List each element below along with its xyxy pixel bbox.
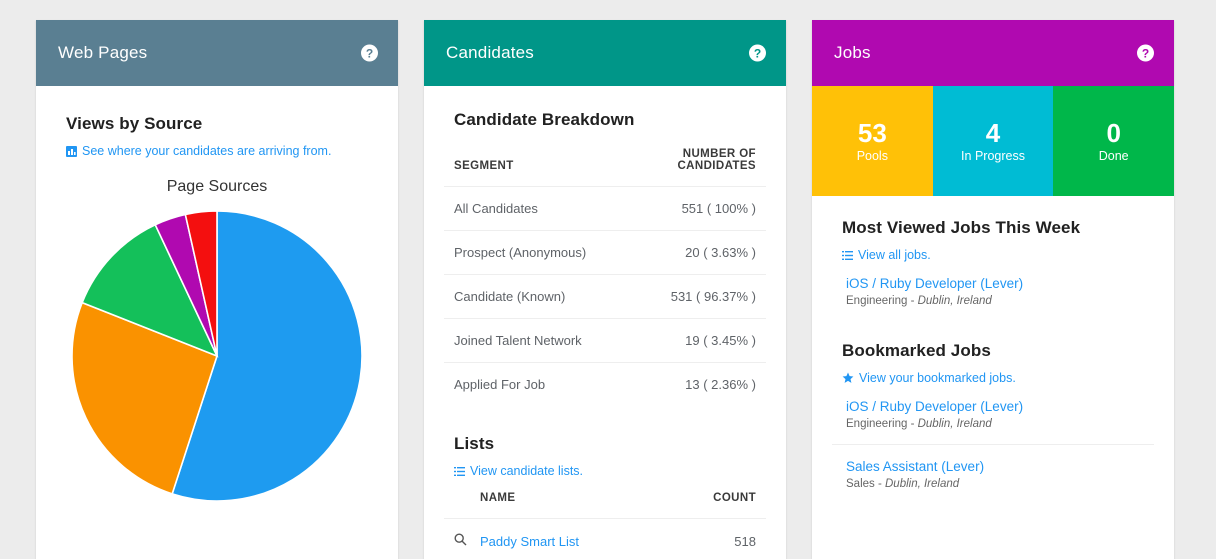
stat-tile-in-progress[interactable]: 4 In Progress — [932, 86, 1054, 196]
cell-segment: All Candidates — [444, 186, 636, 231]
view-all-jobs-label: View all jobs. — [858, 248, 931, 262]
table-row: All Candidates 551 ( 100% ) — [444, 186, 766, 231]
jobs-stat-tiles: 53 Pools 4 In Progress 0 Done — [812, 86, 1174, 196]
view-bookmarked-jobs-link[interactable]: View your bookmarked jobs. — [842, 371, 1154, 385]
cell-segment: Prospect (Anonymous) — [444, 230, 636, 275]
job-title-link[interactable]: Sales Assistant (Lever) — [846, 459, 1154, 474]
list-icon — [842, 250, 853, 261]
list-name-link[interactable]: Paddy Smart List — [470, 518, 636, 559]
job-location: Dublin, Ireland — [917, 418, 992, 430]
pie-svg — [71, 210, 363, 502]
view-all-jobs-link[interactable]: View all jobs. — [842, 248, 1154, 262]
column-header-segment: SEGMENT — [454, 160, 514, 172]
see-where-candidates-arriving-label: See where your candidates are arriving f… — [82, 144, 332, 158]
candidates-title: Candidates — [446, 43, 535, 62]
stat-tile-pools[interactable]: 53 Pools — [812, 86, 933, 196]
job-meta: Engineering - Dublin, Ireland — [846, 418, 1154, 430]
view-candidate-lists-link[interactable]: View candidate lists. — [454, 464, 766, 478]
table-row: Prospect (Anonymous) 20 ( 3.63% ) — [444, 230, 766, 275]
bookmarked-jobs-list: iOS / Ruby Developer (Lever) Engineering … — [832, 399, 1154, 490]
stat-label: Pools — [856, 148, 888, 163]
star-icon — [842, 372, 854, 384]
list-count: 518 — [636, 518, 766, 559]
cell-count: 531 ( 96.37% ) — [636, 274, 766, 319]
help-circle-icon[interactable]: ? — [749, 44, 766, 62]
candidate-lists-table: NAME COUNT Paddy Smart List 518 — [444, 492, 766, 559]
card-jobs: Jobs ? 53 Pools 4 In Progress 0 Done Most Vie… — [812, 20, 1174, 559]
list-icon — [454, 466, 465, 477]
table-row: Joined Talent Network 19 ( 3.45% ) — [444, 318, 766, 363]
page-sources-chart-title: Page Sources — [166, 178, 268, 195]
job-department: Sales - — [846, 478, 885, 490]
views-by-source-heading: Views by Source — [66, 114, 203, 133]
most-viewed-jobs-heading: Most Viewed Jobs This Week — [842, 218, 1081, 237]
candidates-body: Candidate Breakdown SEGMENT NUMBER OF CA… — [424, 110, 786, 559]
cell-segment: Candidate (Known) — [444, 274, 636, 319]
help-circle-icon[interactable]: ? — [361, 44, 378, 62]
job-location: Dublin, Ireland — [917, 295, 992, 307]
table-row: Candidate (Known) 531 ( 96.37% ) — [444, 274, 766, 319]
view-bookmarked-jobs-label: View your bookmarked jobs. — [859, 371, 1016, 385]
search-icon[interactable] — [444, 518, 470, 559]
cell-count: 19 ( 3.45% ) — [636, 318, 766, 363]
column-header-count: COUNT — [713, 492, 756, 504]
web-pages-title: Web Pages — [58, 43, 148, 62]
cell-count: 13 ( 2.36% ) — [636, 362, 766, 406]
web-pages-header: Web Pages ? — [36, 20, 398, 86]
candidate-breakdown-heading: Candidate Breakdown — [454, 110, 635, 129]
most-viewed-jobs-list: iOS / Ruby Developer (Lever) Engineering … — [832, 276, 1154, 307]
job-department: Engineering - — [846, 295, 918, 307]
see-where-candidates-arriving-link[interactable]: See where your candidates are arriving f… — [66, 144, 378, 158]
card-candidates: Candidates ? Candidate Breakdown SEGMENT… — [424, 20, 786, 559]
web-pages-body: Views by Source See where your candidate… — [36, 114, 398, 526]
lists-header-row: NAME COUNT — [444, 492, 766, 519]
cell-segment: Joined Talent Network — [444, 318, 636, 363]
job-meta: Sales - Dublin, Ireland — [846, 478, 1154, 490]
table-header-row: SEGMENT NUMBER OF CANDIDATES — [444, 148, 766, 187]
job-list-item: Sales Assistant (Lever) Sales - Dublin, I… — [832, 444, 1154, 490]
column-header-spacer — [444, 492, 470, 519]
job-list-item: iOS / Ruby Developer (Lever) Engineering … — [846, 399, 1154, 430]
help-circle-icon[interactable]: ? — [1137, 44, 1154, 62]
candidates-header: Candidates ? — [424, 20, 786, 86]
jobs-header: Jobs ? — [812, 20, 1174, 86]
bar-chart-icon — [66, 145, 77, 157]
jobs-body: Most Viewed Jobs This Week View all jobs… — [812, 218, 1174, 510]
view-candidate-lists-label: View candidate lists. — [470, 464, 584, 478]
job-meta: Engineering - Dublin, Ireland — [846, 295, 1154, 307]
list-item[interactable]: Paddy Smart List 518 — [444, 518, 766, 559]
candidate-lists-rows: Paddy Smart List 518 — [444, 518, 766, 559]
stat-label: Done — [1098, 148, 1129, 163]
lists-heading: Lists — [454, 434, 495, 453]
column-header-number-of-candidates: NUMBER OF CANDIDATES — [677, 148, 756, 172]
jobs-title: Jobs — [834, 43, 871, 62]
bookmarked-jobs-heading: Bookmarked Jobs — [842, 341, 991, 360]
cell-segment: Applied For Job — [444, 362, 636, 406]
candidate-breakdown-table: SEGMENT NUMBER OF CANDIDATES All Candida… — [444, 148, 766, 406]
dashboard-board: Web Pages ? Views by Source See where yo… — [0, 0, 1216, 559]
page-sources-pie-chart — [56, 206, 378, 506]
cell-count: 20 ( 3.63% ) — [636, 230, 766, 275]
job-location: Dublin, Ireland — [885, 478, 960, 490]
column-header-name: NAME — [480, 492, 516, 504]
stat-value: 0 — [1106, 117, 1121, 148]
candidate-breakdown-rows: All Candidates 551 ( 100% ) Prospect (Anon… — [444, 186, 766, 406]
stat-label: In Progress — [961, 148, 1025, 163]
cell-count: 551 ( 100% ) — [636, 186, 766, 231]
job-title-link[interactable]: iOS / Ruby Developer (Lever) — [846, 399, 1154, 414]
stat-value: 53 — [857, 117, 887, 148]
card-web-pages: Web Pages ? Views by Source See where yo… — [36, 20, 398, 559]
job-department: Engineering - — [846, 418, 918, 430]
table-row: Applied For Job 13 ( 2.36% ) — [444, 362, 766, 406]
stat-value: 4 — [985, 117, 1001, 148]
job-title-link[interactable]: iOS / Ruby Developer (Lever) — [846, 276, 1154, 291]
stat-tile-done[interactable]: 0 Done — [1053, 86, 1174, 196]
job-list-item: iOS / Ruby Developer (Lever) Engineering … — [846, 276, 1154, 307]
